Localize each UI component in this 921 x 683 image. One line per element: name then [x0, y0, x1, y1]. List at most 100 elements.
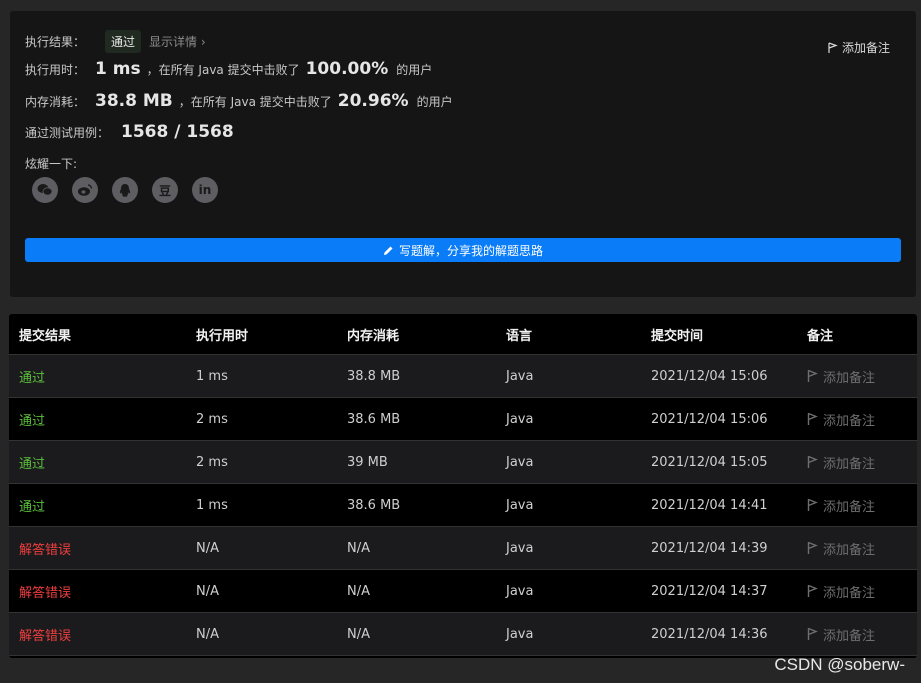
douban-icon[interactable]: 豆: [152, 177, 178, 203]
row-add-note-button[interactable]: 添加备注: [807, 453, 917, 472]
result-panel: 执行结果： 通过 显示详情 › 添加备注 执行用时： 1 ms ，在所有 Jav…: [10, 11, 916, 297]
table-row: 通过 1 ms 38.6 MB Java 2021/12/04 14:41 添加备注: [9, 484, 917, 527]
submission-time: 2021/12/04 14:41: [651, 497, 768, 513]
submission-language: Java: [506, 583, 534, 599]
submission-language: Java: [506, 454, 534, 470]
header-memory[interactable]: 内存消耗: [347, 325, 506, 344]
qq-icon[interactable]: [112, 177, 138, 203]
submission-status[interactable]: 通过: [9, 496, 196, 515]
flag-icon: [807, 412, 818, 425]
submission-time: 2021/12/04 14:36: [651, 626, 768, 642]
submission-time: 2021/12/04 15:06: [651, 411, 768, 427]
runtime-middle: ，在所有 Java 提交中击败了: [146, 62, 300, 77]
linkedin-icon[interactable]: in: [192, 177, 218, 203]
show-details-link[interactable]: 显示详情 ›: [149, 33, 206, 50]
row-add-note-button[interactable]: 添加备注: [807, 582, 917, 601]
row-add-note-button[interactable]: 添加备注: [807, 625, 917, 644]
runtime-percent: 100.00%: [305, 59, 389, 79]
memory-percent: 20.96%: [337, 91, 409, 111]
wechat-icon[interactable]: [32, 177, 58, 203]
submission-status[interactable]: 解答错误: [9, 582, 196, 601]
status-badge: 通过: [105, 30, 142, 53]
submission-memory: 38.8 MB: [347, 368, 401, 384]
flag-icon: [807, 498, 818, 511]
submission-runtime: 1 ms: [196, 368, 228, 384]
status-row: 执行结果： 通过 显示详情 ›: [25, 30, 206, 53]
header-submit-time[interactable]: 提交时间: [651, 325, 807, 344]
submission-time: 2021/12/04 15:06: [651, 368, 768, 384]
submissions-table: 提交结果 执行用时 内存消耗 语言 提交时间 备注 通过 1 ms 38.8 MB J…: [9, 314, 917, 658]
runtime-row: 执行用时： 1 ms ，在所有 Java 提交中击败了 100.00% 的用户: [25, 59, 432, 79]
memory-value: 38.8 MB: [95, 91, 173, 111]
row-add-note-button[interactable]: 添加备注: [807, 496, 917, 515]
submission-memory: 39 MB: [347, 454, 388, 470]
flag-icon: [807, 455, 818, 468]
submission-runtime: N/A: [196, 626, 219, 642]
submission-time: 2021/12/04 14:39: [651, 540, 768, 556]
submission-language: Java: [506, 540, 534, 556]
pencil-icon: [383, 246, 393, 255]
memory-middle: ，在所有 Java 提交中击败了: [178, 94, 332, 109]
submission-language: Java: [506, 626, 534, 642]
row-add-note-label: 添加备注: [823, 370, 876, 386]
share-icons: 豆 in: [32, 177, 218, 203]
table-row: 通过 2 ms 38.6 MB Java 2021/12/04 15:06 添加备注: [9, 398, 917, 441]
table-row: 通过 2 ms 39 MB Java 2021/12/04 15:05 添加备注: [9, 441, 917, 484]
status-label: 执行结果：: [25, 35, 86, 49]
submission-language: Java: [506, 411, 534, 427]
row-add-note-label: 添加备注: [823, 499, 876, 515]
row-add-note-button[interactable]: 添加备注: [807, 367, 917, 386]
write-solution-button[interactable]: 写题解，分享我的解题思路: [25, 238, 901, 262]
row-add-note-label: 添加备注: [823, 542, 876, 558]
submission-memory: 38.6 MB: [347, 497, 401, 513]
submission-runtime: N/A: [196, 583, 219, 599]
submission-language: Java: [506, 368, 534, 384]
flag-icon: [807, 627, 818, 640]
submission-status[interactable]: 解答错误: [9, 625, 196, 644]
row-add-note-button[interactable]: 添加备注: [807, 410, 917, 429]
runtime-value: 1 ms: [95, 59, 141, 79]
submission-runtime: N/A: [196, 540, 219, 556]
header-runtime[interactable]: 执行用时: [196, 325, 347, 344]
table-row: 解答错误 N/A N/A Java 2021/12/04 14:36 添加备注: [9, 613, 917, 656]
submission-memory: 38.6 MB: [347, 411, 401, 427]
testcases-label: 通过测试用例：: [25, 125, 110, 140]
row-add-note-label: 添加备注: [823, 456, 876, 472]
submission-status[interactable]: 解答错误: [9, 539, 196, 558]
submission-runtime: 1 ms: [196, 497, 228, 513]
submission-runtime: 2 ms: [196, 411, 228, 427]
testcases-value: 1568 / 1568: [121, 122, 234, 142]
row-add-note-button[interactable]: 添加备注: [807, 539, 917, 558]
submission-memory: N/A: [347, 626, 370, 642]
submission-memory: N/A: [347, 540, 370, 556]
table-header: 提交结果 执行用时 内存消耗 语言 提交时间 备注: [9, 314, 917, 355]
memory-suffix: 的用户: [416, 94, 453, 109]
add-note-button[interactable]: 添加备注: [828, 39, 890, 56]
runtime-suffix: 的用户: [396, 62, 433, 77]
flag-icon: [807, 584, 818, 597]
runtime-label: 执行用时：: [25, 62, 86, 77]
header-status[interactable]: 提交结果: [9, 325, 196, 344]
submission-status[interactable]: 通过: [9, 453, 196, 472]
row-add-note-label: 添加备注: [823, 628, 876, 644]
row-add-note-label: 添加备注: [823, 585, 876, 601]
submission-status[interactable]: 通过: [9, 410, 196, 429]
submission-time: 2021/12/04 14:37: [651, 583, 768, 599]
submission-time: 2021/12/04 15:05: [651, 454, 768, 470]
watermark: CSDN @soberw-: [774, 655, 905, 674]
table-row: 解答错误 N/A N/A Java 2021/12/04 14:37 添加备注: [9, 570, 917, 613]
submission-status[interactable]: 通过: [9, 367, 196, 386]
weibo-icon[interactable]: [72, 177, 98, 203]
testcases-row: 通过测试用例： 1568 / 1568: [25, 122, 234, 142]
flag-icon: [828, 41, 838, 53]
flag-icon: [807, 541, 818, 554]
share-label: 炫耀一下:: [25, 157, 78, 171]
submission-language: Java: [506, 497, 534, 513]
memory-row: 内存消耗： 38.8 MB ，在所有 Java 提交中击败了 20.96% 的用…: [25, 91, 453, 111]
write-solution-label: 写题解，分享我的解题思路: [398, 243, 543, 258]
row-add-note-label: 添加备注: [823, 413, 876, 429]
add-note-label: 添加备注: [841, 41, 890, 55]
header-note: 备注: [807, 328, 834, 344]
table-row: 解答错误 N/A N/A Java 2021/12/04 14:39 添加备注: [9, 527, 917, 570]
header-language[interactable]: 语言: [506, 325, 651, 344]
